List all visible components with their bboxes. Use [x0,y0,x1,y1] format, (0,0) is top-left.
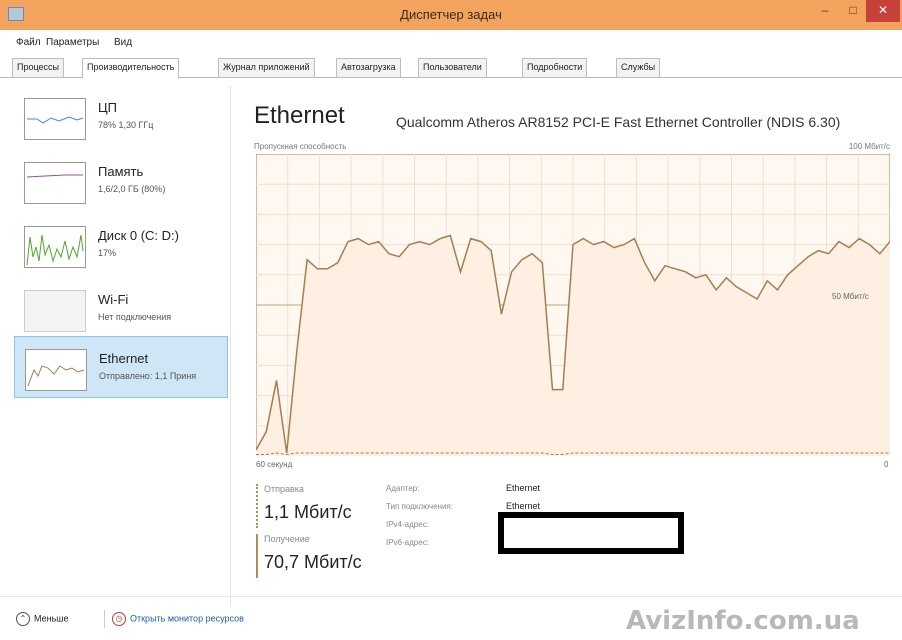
chart-series [256,234,890,456]
sidebar-item-title: Память [98,164,144,179]
sidebar-item-sub: Отправлено: 1,1 Приня [99,371,197,381]
tab-services[interactable]: Службы [616,58,661,78]
sidebar-item-disk[interactable]: Диск 0 (C: D:) 17% [14,214,228,274]
send-indicator [256,484,258,528]
sidebar-item-cpu[interactable]: ЦП 78% 1,30 ГГц [14,86,228,146]
sidebar-item-sub: 17% [98,248,117,258]
sidebar-item-sub: 1,6/2,0 ГБ (80%) [98,184,166,194]
monitor-label: Открыть монитор ресурсов [130,613,244,624]
adapter-name: Qualcomm Atheros AR8152 PCI-E Fast Ether… [396,114,841,130]
window-title: Диспетчер задач [400,7,502,22]
sidebar-item-ethernet[interactable]: Ethernet Отправлено: 1,1 Приня [14,336,228,398]
tab-app-history[interactable]: Журнал приложений [218,58,315,78]
less-button[interactable]: ⌃ Меньше [16,612,69,626]
title-bar: Диспетчер задач – □ ✕ [0,0,902,30]
close-icon[interactable]: ✕ [866,0,900,22]
cpu-thumbnail [24,98,86,140]
resource-monitor-link[interactable]: ◷ Открыть монитор ресурсов [112,612,244,626]
mid-scale-label: 50 Мбит/с [832,292,869,301]
sidebar-item-wifi[interactable]: Wi-Fi Нет подключения [14,278,228,338]
send-label: Отправка [264,484,304,494]
time-axis-right: 0 [884,460,889,469]
redacted-box [498,512,684,554]
less-label: Меньше [34,613,69,624]
sidebar-item-title: Ethernet [99,351,149,366]
minimize-icon[interactable]: – [812,0,838,22]
watermark: AvizInfo.com.ua [626,606,860,636]
sidebar-item-memory[interactable]: Память 1,6/2,0 ГБ (80%) [14,150,228,210]
adapter-value: Ethernet [506,483,541,493]
menu-file[interactable]: Файл [16,37,41,48]
tab-strip: Процессы Производительность Журнал прило… [12,58,902,79]
resource-monitor-icon: ◷ [112,612,126,626]
disk-thumbnail [24,226,86,268]
ethernet-thumbnail [25,349,87,391]
tab-users[interactable]: Пользователи [418,58,487,78]
footer-separator [104,610,105,628]
time-axis-left: 60 секунд [256,460,293,469]
sidebar-item-title: Диск 0 (C: D:) [98,228,179,243]
conn-type-label: Тип подключения: [386,502,453,511]
throughput-chart [256,154,890,456]
sidebar: ЦП 78% 1,30 ГГц Память 1,6/2,0 ГБ (80%) … [14,86,228,576]
sidebar-item-title: Wi-Fi [98,292,129,307]
ipv6-label: IPv6-адрес: [386,538,429,547]
wifi-thumbnail [24,290,86,332]
sidebar-item-sub: 78% 1,30 ГГц [98,120,154,130]
capacity-max: 100 Мбит/с [848,142,890,151]
capacity-label: Пропускная способность [254,142,347,151]
receive-value: 70,7 Мбит/с [264,552,362,572]
tab-processes[interactable]: Процессы [12,58,65,78]
page-title: Ethernet [254,102,345,129]
memory-thumbnail [24,162,86,204]
maximize-icon[interactable]: □ [840,0,866,22]
sidebar-item-sub: Нет подключения [98,312,172,322]
conn-type-value: Ethernet [506,501,541,511]
footer-divider [0,596,902,597]
menu-view[interactable]: Вид [114,37,132,48]
tab-startup[interactable]: Автозагрузка [336,58,401,78]
send-value: 1,1 Мбит/с [264,502,352,522]
tab-details[interactable]: Подробности [522,58,588,78]
menu-params[interactable]: Параметры [46,37,99,48]
sidebar-item-title: ЦП [98,100,117,115]
adapter-label: Адаптер: [386,484,420,493]
chevron-up-icon: ⌃ [16,612,30,626]
ipv4-label: IPv4-адрес: [386,520,429,529]
receive-indicator [256,534,258,578]
receive-label: Получение [264,534,310,544]
sidebar-divider [230,86,231,606]
tab-performance[interactable]: Производительность [82,58,180,79]
